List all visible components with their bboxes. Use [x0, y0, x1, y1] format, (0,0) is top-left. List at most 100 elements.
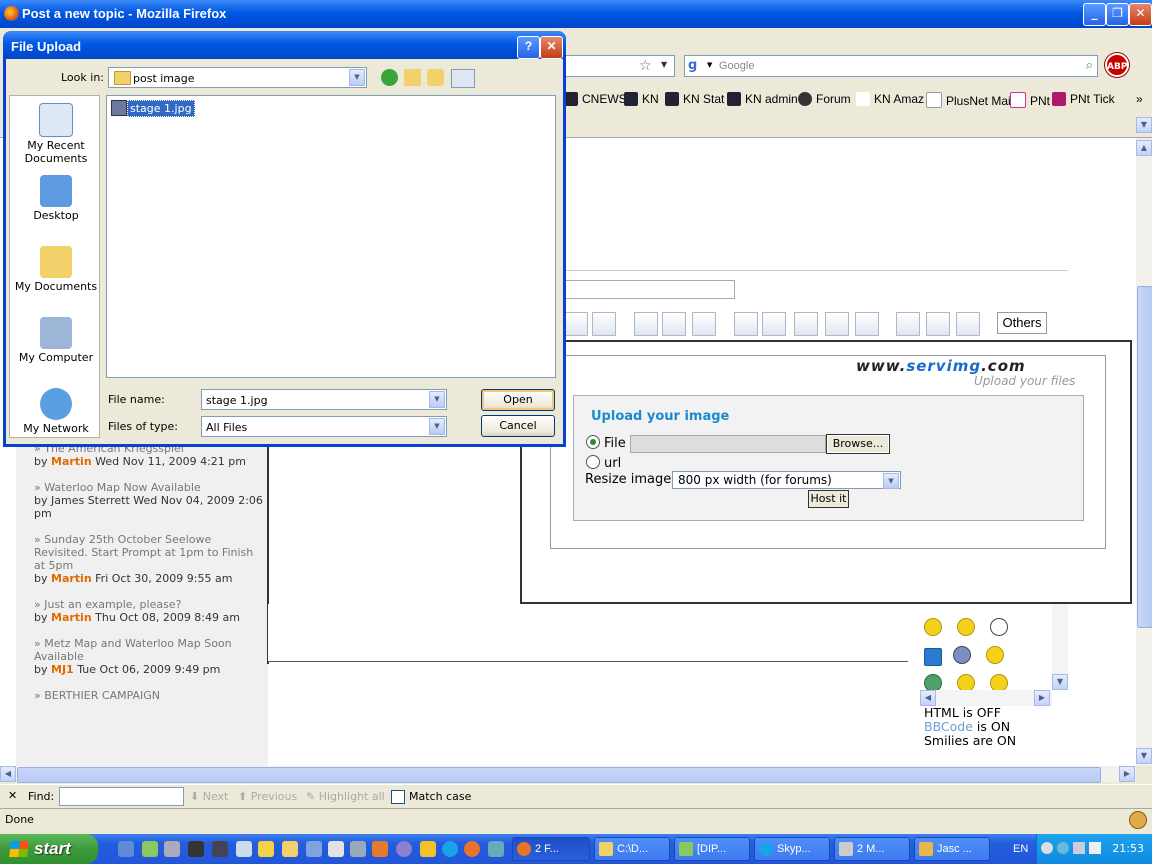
post-title-link[interactable]: » Metz Map and Waterloo Map Soon Availab… — [34, 637, 264, 663]
file-name-input[interactable]: stage 1.jpg ▼ — [201, 389, 447, 410]
bookmarks-overflow-button[interactable]: » — [1136, 92, 1143, 106]
quicklaunch-icon[interactable] — [328, 841, 344, 857]
dialog-close-button[interactable]: ✕ — [540, 36, 563, 59]
place-desktop[interactable]: Desktop — [9, 175, 103, 222]
bookmark-item[interactable]: KN — [624, 92, 659, 106]
highlight-all-button[interactable]: ✎ Highlight all — [306, 790, 385, 803]
place-computer[interactable]: My Computer — [9, 317, 103, 364]
up-folder-icon[interactable] — [404, 69, 421, 86]
look-in-select[interactable]: post image ▼ — [108, 67, 367, 88]
minimize-button[interactable]: _ — [1083, 3, 1106, 26]
bookmark-item[interactable]: CNEWS — [564, 92, 627, 106]
host-it-button[interactable]: Host it — [808, 490, 849, 508]
list-icon[interactable] — [564, 312, 588, 336]
tray-icon[interactable] — [1041, 842, 1053, 854]
find-next-button[interactable]: ⬇ Next — [190, 790, 228, 803]
subject-input[interactable] — [560, 280, 735, 299]
taskbar-item[interactable]: [DIP... — [674, 837, 750, 861]
scroll-left-icon[interactable]: ◀ — [920, 690, 936, 706]
smiley-icon[interactable] — [924, 618, 942, 636]
smiley-icon[interactable] — [986, 646, 1004, 664]
font-style-icon[interactable] — [956, 312, 980, 336]
google-icon[interactable]: g — [688, 58, 704, 74]
file-type-select[interactable]: All Files ▼ — [201, 416, 447, 437]
match-case-checkbox[interactable] — [391, 790, 405, 804]
others-button[interactable]: Others — [997, 312, 1047, 334]
smilies-hscrollbar[interactable]: ◀ ▶ — [920, 690, 1052, 706]
quicklaunch-icon[interactable] — [396, 841, 412, 857]
url-radio[interactable] — [586, 455, 600, 469]
find-input[interactable] — [59, 787, 184, 806]
image-icon[interactable] — [762, 312, 786, 336]
find-previous-button[interactable]: ⬆ Previous — [238, 790, 297, 803]
post-title-link[interactable]: » Sunday 25th October Seelowe Revisited.… — [34, 533, 264, 572]
search-icon[interactable]: ⌕ — [1086, 58, 1093, 73]
language-indicator[interactable]: EN — [1013, 843, 1028, 855]
host-image-icon[interactable] — [734, 312, 758, 336]
post-author-link[interactable]: James Sterrett — [51, 494, 130, 507]
tray-icon[interactable] — [1057, 842, 1069, 854]
quicklaunch-icon[interactable] — [142, 841, 158, 857]
star-icon[interactable]: ☆ — [639, 58, 652, 74]
quicklaunch-icon[interactable] — [118, 841, 134, 857]
font-icon[interactable] — [896, 312, 920, 336]
scroll-right-icon[interactable]: ▶ — [1119, 766, 1135, 782]
file-radio[interactable] — [586, 435, 600, 449]
close-button[interactable]: ✕ — [1129, 3, 1152, 26]
chevron-down-icon[interactable]: ▼ — [429, 418, 445, 435]
flash-icon[interactable] — [825, 312, 849, 336]
link-icon[interactable] — [794, 312, 818, 336]
align-icon[interactable] — [592, 312, 616, 336]
quicklaunch-icon[interactable] — [164, 841, 180, 857]
smiley-icon[interactable] — [924, 648, 942, 666]
quicklaunch-icon[interactable] — [188, 841, 204, 857]
help-button[interactable]: ? — [517, 36, 540, 59]
scroll-left-icon[interactable]: ◀ — [0, 766, 16, 782]
place-network[interactable]: My Network — [9, 388, 103, 435]
message-textarea[interactable] — [268, 604, 908, 662]
quicklaunch-icon[interactable] — [420, 841, 436, 857]
vertical-scrollbar[interactable]: ▲ ▼ — [1136, 138, 1152, 766]
adblock-icon[interactable]: ABP — [1105, 53, 1129, 77]
maximize-button[interactable]: ❐ — [1106, 3, 1129, 26]
quicklaunch-icon[interactable] — [372, 841, 388, 857]
start-button[interactable]: start — [0, 834, 98, 864]
taskbar-item[interactable]: Jasc ... — [914, 837, 990, 861]
chevron-down-icon[interactable]: ▼ — [883, 473, 899, 489]
quicklaunch-icon[interactable] — [236, 841, 252, 857]
back-icon[interactable] — [381, 69, 398, 86]
quicklaunch-icon[interactable] — [488, 841, 504, 857]
place-recent[interactable]: My Recent Documents — [9, 103, 103, 165]
search-bar[interactable]: g ▼ Google ⌕ — [684, 55, 1098, 77]
file-list[interactable]: stage 1.jpg — [106, 95, 556, 378]
smiley-icon[interactable] — [990, 618, 1008, 636]
clock[interactable]: 21:53 — [1112, 842, 1144, 855]
scroll-thumb[interactable] — [1137, 286, 1152, 628]
scroll-down-icon[interactable]: ▼ — [1136, 748, 1152, 764]
chevron-down-icon[interactable]: ▼ — [429, 391, 445, 408]
scroll-up-icon[interactable]: ▲ — [1136, 140, 1152, 156]
quicklaunch-icon[interactable] — [350, 841, 366, 857]
post-author-link[interactable]: Martin — [51, 611, 92, 624]
post-author-link[interactable]: MJ1 — [51, 663, 74, 676]
dropdown-arrow-icon[interactable]: ▼ — [661, 60, 667, 69]
browse-button[interactable]: Browse... — [826, 434, 890, 454]
smiley-icon[interactable] — [953, 646, 971, 664]
tray-icon[interactable] — [1089, 842, 1101, 854]
engine-dropdown-icon[interactable]: ▼ — [707, 61, 712, 69]
close-find-icon[interactable]: ✕ — [8, 789, 17, 802]
addon-icon[interactable] — [1129, 811, 1147, 829]
quicklaunch-icon[interactable] — [258, 841, 274, 857]
bookmark-item[interactable]: Forum — [798, 92, 851, 106]
quicklaunch-icon[interactable] — [464, 841, 480, 857]
tab-list-icon[interactable]: ▼ — [1136, 117, 1152, 133]
quicklaunch-icon[interactable] — [306, 841, 322, 857]
view-menu-icon[interactable] — [451, 69, 475, 88]
smilies-scrollbar[interactable]: ▼ — [1052, 604, 1068, 690]
url-bar[interactable]: ☆ ▼ — [560, 55, 675, 77]
taskbar-item[interactable]: 2 M... — [834, 837, 910, 861]
quicklaunch-icon[interactable] — [282, 841, 298, 857]
bookmark-item[interactable]: KN admin — [727, 92, 798, 106]
taskbar-item[interactable]: C:\D... — [594, 837, 670, 861]
tray-icon[interactable] — [1073, 842, 1085, 854]
